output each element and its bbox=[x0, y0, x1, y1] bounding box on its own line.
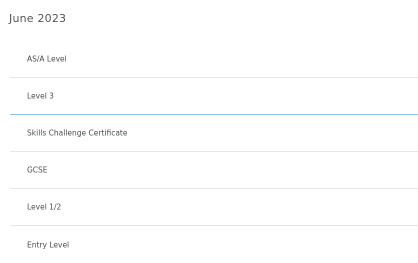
list-item-label: Level 1/2 bbox=[27, 202, 62, 212]
list-item-level-1-2[interactable]: Level 1/2 bbox=[10, 189, 418, 226]
list-item-as-a-level[interactable]: AS/A Level bbox=[10, 41, 418, 78]
list-item-label: Skills Challenge Certificate bbox=[27, 128, 128, 138]
qualification-list: AS/A Level Level 3 Skills Challenge Cert… bbox=[10, 41, 418, 263]
list-item-skills-challenge-certificate[interactable]: Skills Challenge Certificate bbox=[10, 115, 418, 152]
list-item-label: Level 3 bbox=[27, 91, 54, 101]
list-item-label: GCSE bbox=[27, 165, 48, 175]
list-item-entry-level[interactable]: Entry Level bbox=[10, 226, 418, 263]
list-item-label: Entry Level bbox=[27, 240, 70, 249]
list-item-level-3[interactable]: Level 3 bbox=[10, 78, 418, 115]
list-item-gcse[interactable]: GCSE bbox=[10, 152, 418, 189]
page-title: June 2023 bbox=[9, 12, 67, 25]
list-item-label: AS/A Level bbox=[27, 54, 67, 64]
